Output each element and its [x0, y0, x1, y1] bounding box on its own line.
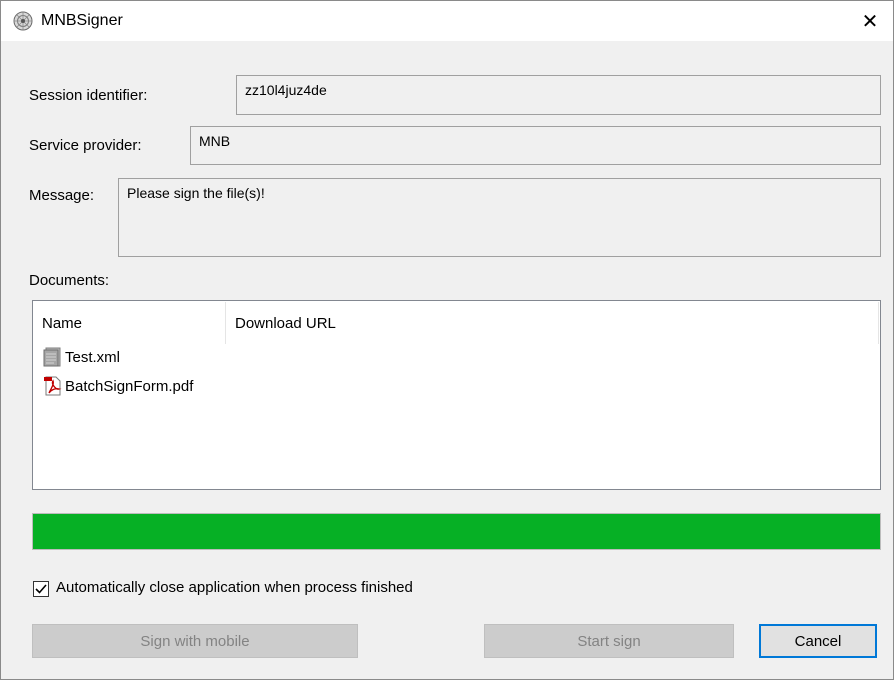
message-label: Message:	[29, 187, 95, 204]
xml-file-icon	[43, 347, 61, 367]
progress-fill	[33, 514, 880, 549]
cancel-button[interactable]: Cancel	[759, 624, 877, 658]
close-icon: ✕	[861, 10, 879, 33]
message-field[interactable]: Please sign the file(s)!	[118, 178, 881, 257]
pdf-file-icon	[44, 376, 62, 396]
session-identifier-field[interactable]: zz10l4juz4de	[236, 75, 881, 115]
list-item[interactable]: Test.xml	[43, 346, 120, 368]
app-window: MNBSigner ✕ Session identifier: zz10l4ju…	[0, 0, 894, 680]
documents-label: Documents:	[29, 272, 110, 289]
auto-close-checkbox[interactable]	[33, 581, 49, 597]
auto-close-label[interactable]: Automatically close application when pro…	[56, 579, 413, 596]
window-title: MNBSigner	[41, 12, 123, 29]
progress-bar	[32, 513, 881, 550]
list-item[interactable]: BatchSignForm.pdf	[43, 375, 193, 397]
document-name: Test.xml	[65, 348, 121, 366]
start-sign-button[interactable]: Start sign	[484, 624, 734, 658]
column-header-download-url[interactable]: Download URL	[226, 302, 879, 344]
document-name: BatchSignForm.pdf	[65, 377, 194, 395]
column-header-name[interactable]: Name	[33, 302, 226, 344]
service-provider-field[interactable]: MNB	[190, 126, 881, 165]
title-bar: MNBSigner ✕	[1, 1, 893, 41]
app-logo-icon	[13, 11, 33, 31]
sign-with-mobile-button[interactable]: Sign with mobile	[32, 624, 358, 658]
checkmark-icon	[35, 584, 47, 594]
service-provider-label: Service provider:	[29, 137, 142, 154]
documents-list[interactable]: Name Download URL Test.xml BatchSignForm…	[32, 300, 881, 490]
close-button[interactable]: ✕	[847, 1, 893, 41]
session-identifier-label: Session identifier:	[29, 87, 148, 104]
